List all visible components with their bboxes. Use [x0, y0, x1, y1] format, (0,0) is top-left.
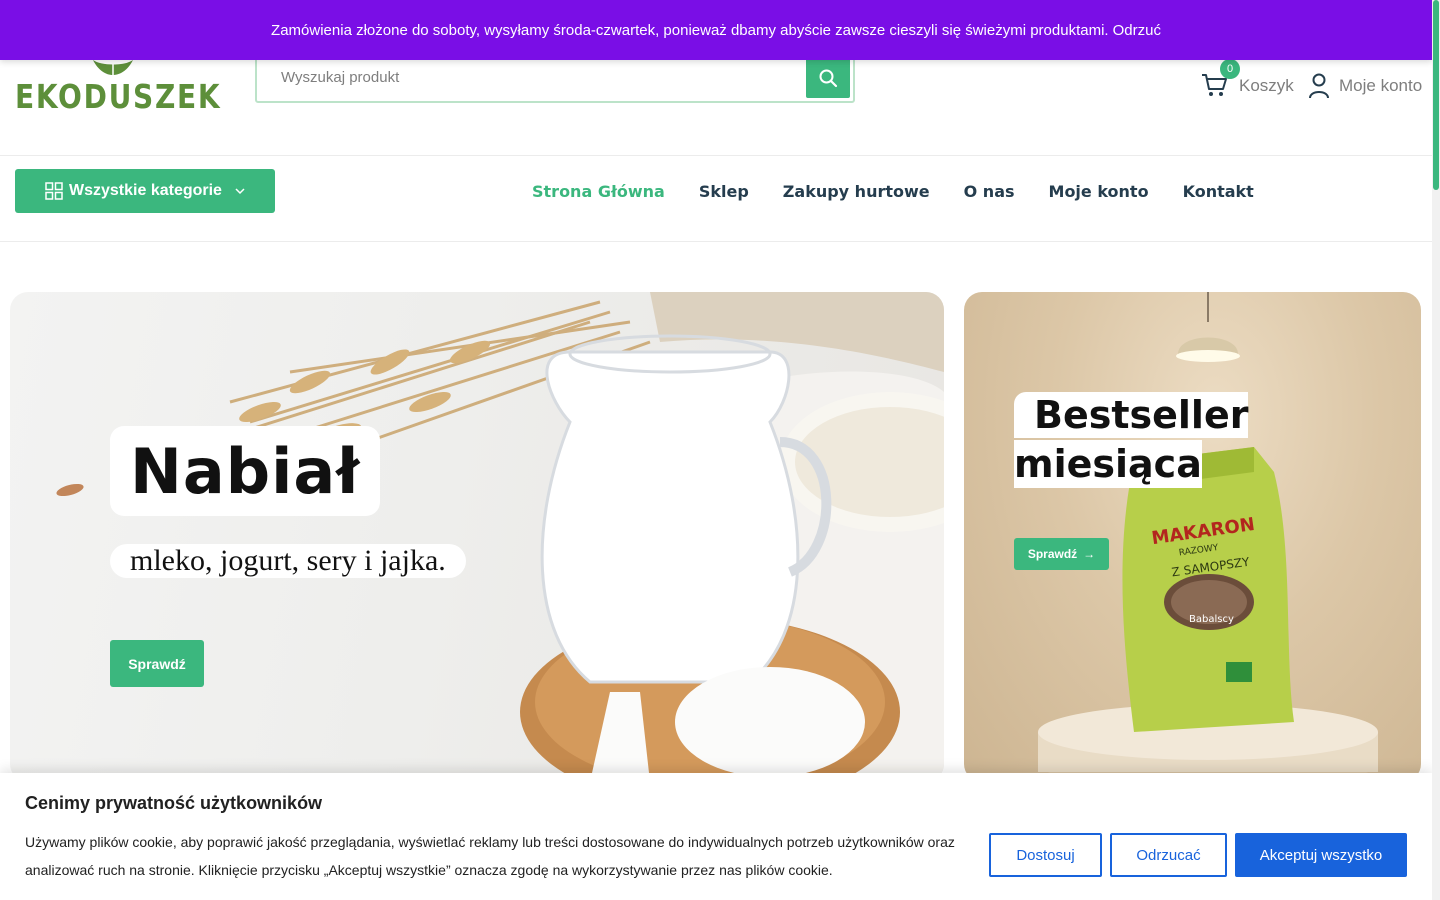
cookie-description: Używamy plików cookie, aby poprawić jako… [25, 834, 955, 878]
bestseller-title-line2: miesiąca [1014, 440, 1202, 488]
cookie-consent-banner: Cenimy prywatność użytkowników Używamy p… [0, 773, 1432, 900]
hero-subtitle: mleko, jogurt, sery i jajka. [110, 544, 466, 578]
search-icon [819, 69, 838, 87]
nav-contact[interactable]: Kontakt [1183, 182, 1254, 201]
package-brand: Babalscy [1189, 614, 1234, 625]
bestseller-title-line1: Bestseller [1014, 392, 1249, 438]
all-categories-button[interactable]: Wszystkie kategorie [15, 169, 275, 213]
user-icon [1309, 73, 1329, 99]
nav-wholesale[interactable]: Zakupy hurtowe [783, 182, 930, 201]
search-button[interactable] [806, 57, 850, 98]
logo-text: EKODUSZEK [15, 77, 222, 116]
promo-bar: Zamówienia złożone do soboty, wysyłamy ś… [0, 0, 1432, 60]
cookie-reject-button[interactable]: Odrzucać [1110, 833, 1227, 877]
main-navigation: Wszystkie kategorie Strona Główna Sklep … [0, 156, 1432, 242]
account-link[interactable]: Moje konto [1308, 66, 1422, 106]
cart-count-badge: 0 [1220, 59, 1240, 79]
cookie-accept-all-button[interactable]: Akceptuj wszystko [1235, 833, 1407, 877]
cookie-title: Cenimy prywatność użytkowników [25, 793, 323, 813]
promo-dismiss-link[interactable]: Odrzuć [1113, 22, 1161, 39]
account-label: Moje konto [1339, 76, 1423, 95]
bestseller-image: MAKARON RAZOWY Z SAMOPSZY Babalscy [1038, 292, 1378, 782]
hero-title: Nabiał [110, 426, 381, 516]
bestseller-check-label: Sprawdź [1027, 547, 1078, 561]
page-scrollbar[interactable] [1432, 0, 1440, 900]
bestseller-check-button[interactable]: Sprawdź → [1014, 538, 1109, 570]
cart-link[interactable]: 0 Koszyk [1200, 59, 1294, 106]
dairy-image [56, 292, 944, 782]
scrollbar-thumb[interactable] [1433, 0, 1439, 190]
hero-check-button[interactable]: Sprawdź [110, 640, 204, 687]
nav-my-account[interactable]: Moje konto [1049, 182, 1149, 201]
all-categories-label: Wszystkie kategorie [69, 182, 222, 199]
cookie-customize-button[interactable]: Dostosuj [989, 833, 1102, 877]
hero-banner-dairy[interactable]: Nabiał mleko, jogurt, sery i jajka. Spra… [10, 292, 944, 782]
cart-icon: 0 [1200, 59, 1240, 101]
nav-shop[interactable]: Sklep [699, 182, 749, 201]
chevron-down-icon [235, 188, 245, 195]
nav-about[interactable]: O nas [964, 182, 1015, 201]
arrow-right-icon: → [1083, 547, 1096, 561]
hero-banner-bestseller[interactable]: MAKARON RAZOWY Z SAMOPSZY Babalscy Bests… [964, 292, 1421, 782]
menu-list: Strona Główna Sklep Zakupy hurtowe O nas… [532, 180, 1288, 202]
grid-icon [45, 182, 63, 200]
cart-label: Koszyk [1239, 76, 1294, 95]
promo-text: Zamówienia złożone do soboty, wysyłamy ś… [271, 21, 1109, 39]
nav-home[interactable]: Strona Główna [532, 182, 665, 201]
search-input[interactable] [267, 54, 807, 101]
